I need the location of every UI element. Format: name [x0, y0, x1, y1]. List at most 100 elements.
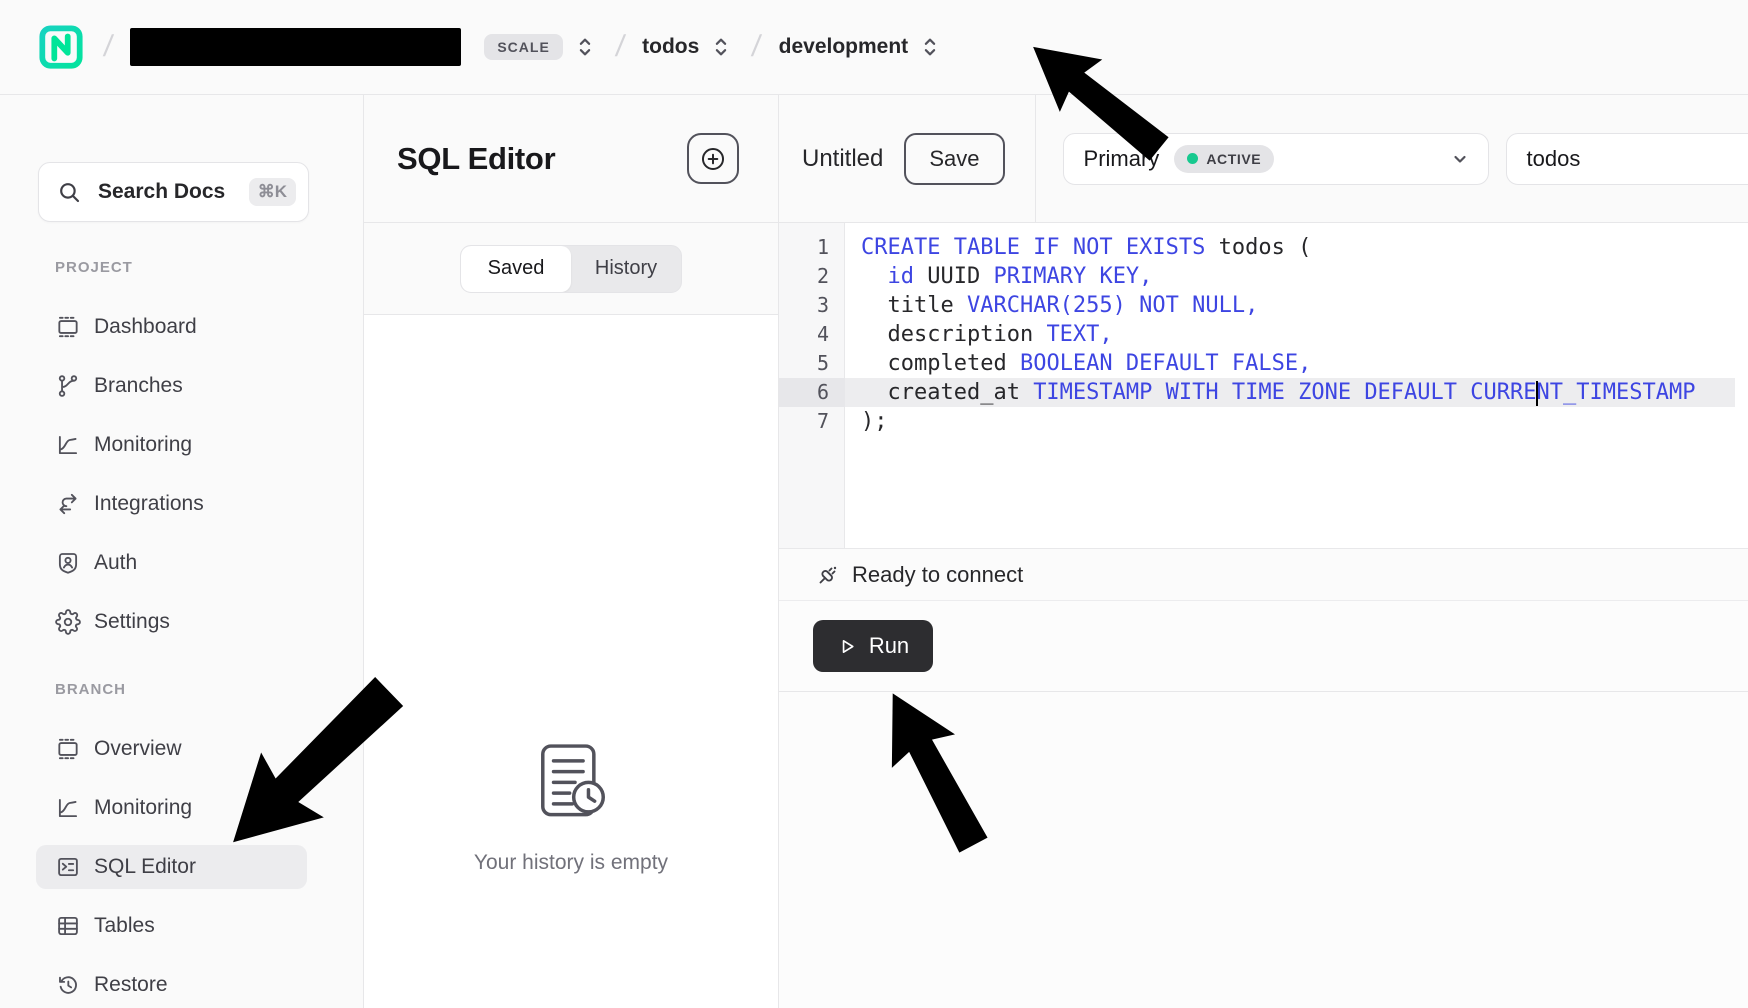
circle-plus-icon: [699, 145, 727, 173]
endpoint-name: Primary: [1084, 146, 1160, 172]
project-crumb-selector[interactable]: todos: [642, 34, 732, 60]
sidebar-item-label: Monitoring: [94, 433, 192, 457]
compute-endpoint-select[interactable]: Primary ACTIVE: [1063, 133, 1489, 185]
overview-icon: [55, 736, 81, 762]
scale-plan-badge: SCALE: [484, 34, 562, 60]
code-line-5[interactable]: 5 completed BOOLEAN DEFAULT FALSE,: [779, 349, 1748, 378]
sidebar-section-label: PROJECT: [55, 259, 363, 276]
sidebar-item-label: SQL Editor: [94, 855, 196, 879]
monitoring-icon: [55, 795, 81, 821]
auth-icon: [55, 550, 81, 576]
sidebar-item-label: Tables: [94, 914, 155, 938]
sidebar-item-dashboard[interactable]: Dashboard: [36, 305, 307, 349]
caret-updown-icon[interactable]: [710, 34, 732, 60]
line-number: 1: [779, 233, 845, 262]
sidebar-item-label: Monitoring: [94, 796, 192, 820]
endpoint-status-badge: ACTIVE: [1174, 145, 1274, 173]
document-history-icon: [528, 738, 614, 824]
sidebar-item-branches[interactable]: Branches: [36, 364, 307, 408]
line-number: 3: [779, 291, 845, 320]
restore-icon: [55, 972, 81, 998]
code-line-6[interactable]: 6 created_at TIMESTAMP WITH TIME ZONE DE…: [779, 378, 1748, 407]
database-name: todos: [1527, 146, 1581, 172]
code-line-content: );: [845, 407, 1735, 436]
sql-code-editor[interactable]: 1CREATE TABLE IF NOT EXISTS todos (2 id …: [779, 223, 1748, 548]
monitoring-icon: [55, 432, 81, 458]
neon-logo-icon[interactable]: [38, 24, 84, 70]
caret-updown-icon[interactable]: [574, 34, 596, 60]
sidebar-item-monitoring[interactable]: Monitoring: [36, 423, 307, 467]
branch-crumb-selector[interactable]: development: [779, 34, 942, 60]
code-line-7[interactable]: 7);: [779, 407, 1748, 436]
sidebar-section-label: BRANCH: [55, 681, 363, 698]
search-icon: [56, 179, 82, 205]
play-icon: [837, 636, 858, 657]
sql-editor-panel: SQL Editor SavedHistory Your history is …: [364, 95, 779, 1008]
sidebar-item-label: Auth: [94, 551, 137, 575]
search-docs-button[interactable]: Search Docs ⌘K: [38, 162, 309, 222]
dashboard-icon: [55, 314, 81, 340]
line-number: 7: [779, 407, 845, 436]
settings-icon: [55, 609, 81, 635]
breadcrumb-separator: /: [750, 30, 763, 64]
run-button-label: Run: [869, 633, 909, 659]
code-line-3[interactable]: 3 title VARCHAR(255) NOT NULL,: [779, 291, 1748, 320]
code-line-1[interactable]: 1CREATE TABLE IF NOT EXISTS todos (: [779, 233, 1748, 262]
tab-history[interactable]: History: [571, 246, 681, 292]
database-select[interactable]: todos: [1506, 133, 1748, 185]
sidebar-item-tables[interactable]: Tables: [36, 904, 307, 948]
sidebar-item-label: Settings: [94, 610, 170, 634]
sql-editor-panel-header: SQL Editor: [364, 95, 778, 223]
connection-plug-icon: [816, 563, 840, 587]
new-query-button[interactable]: [687, 133, 739, 184]
project-name-selector[interactable]: SCALE: [130, 28, 595, 66]
sidebar-item-restore[interactable]: Restore: [36, 963, 307, 1007]
connection-status-text: Ready to connect: [852, 562, 1023, 588]
tables-icon: [55, 913, 81, 939]
header-divider: [1035, 95, 1036, 223]
sidebar-item-settings[interactable]: Settings: [36, 600, 307, 644]
sidebar-item-label: Overview: [94, 737, 182, 761]
project-crumb-label: todos: [642, 35, 699, 59]
active-status-dot-icon: [1187, 153, 1198, 164]
history-empty-text: Your history is empty: [364, 851, 778, 875]
line-number: 6: [779, 378, 845, 407]
sidebar: Search Docs ⌘K PROJECT Dashboard Branches M…: [0, 95, 364, 1008]
breadcrumb-separator: /: [613, 30, 626, 64]
integrations-icon: [55, 491, 81, 517]
sidebar-item-monitoring[interactable]: Monitoring: [36, 786, 307, 830]
code-line-4[interactable]: 4 description TEXT,: [779, 320, 1748, 349]
tab-saved[interactable]: Saved: [461, 246, 571, 292]
code-line-2[interactable]: 2 id UUID PRIMARY KEY,: [779, 262, 1748, 291]
sidebar-item-label: Branches: [94, 374, 183, 398]
endpoint-status-text: ACTIVE: [1206, 151, 1261, 167]
branch-crumb-label: development: [779, 35, 909, 59]
line-number: 5: [779, 349, 845, 378]
sidebar-item-label: Dashboard: [94, 315, 197, 339]
sidebar-item-overview[interactable]: Overview: [36, 727, 307, 771]
code-line-content: description TEXT,: [845, 320, 1735, 349]
sidebar-item-label: Restore: [94, 973, 168, 997]
sidebar-item-auth[interactable]: Auth: [36, 541, 307, 585]
sidebar-item-sql-editor[interactable]: SQL Editor: [36, 845, 307, 889]
branches-icon: [55, 373, 81, 399]
save-button[interactable]: Save: [904, 133, 1004, 185]
chevron-down-icon: [1448, 147, 1472, 171]
sidebar-item-integrations[interactable]: Integrations: [36, 482, 307, 526]
history-empty-state: Your history is empty: [364, 738, 778, 875]
query-panel-header: Untitled Save Primary ACTIVE todos: [779, 95, 1748, 223]
run-button[interactable]: Run: [813, 620, 933, 672]
results-area: [779, 692, 1748, 1008]
run-bar: Run: [779, 600, 1748, 692]
redacted-project-name: [130, 28, 461, 66]
line-number: 2: [779, 262, 845, 291]
sql-editor-icon: [55, 854, 81, 880]
sidebar-item-label: Integrations: [94, 492, 204, 516]
code-line-content: title VARCHAR(255) NOT NULL,: [845, 291, 1735, 320]
search-shortcut-badge: ⌘K: [249, 178, 296, 206]
caret-updown-icon[interactable]: [919, 34, 941, 60]
search-docs-label: Search Docs: [98, 180, 225, 204]
code-line-content: id UUID PRIMARY KEY,: [845, 262, 1735, 291]
top-bar: / SCALE / todos / development: [0, 0, 1748, 95]
code-line-content: completed BOOLEAN DEFAULT FALSE,: [845, 349, 1735, 378]
